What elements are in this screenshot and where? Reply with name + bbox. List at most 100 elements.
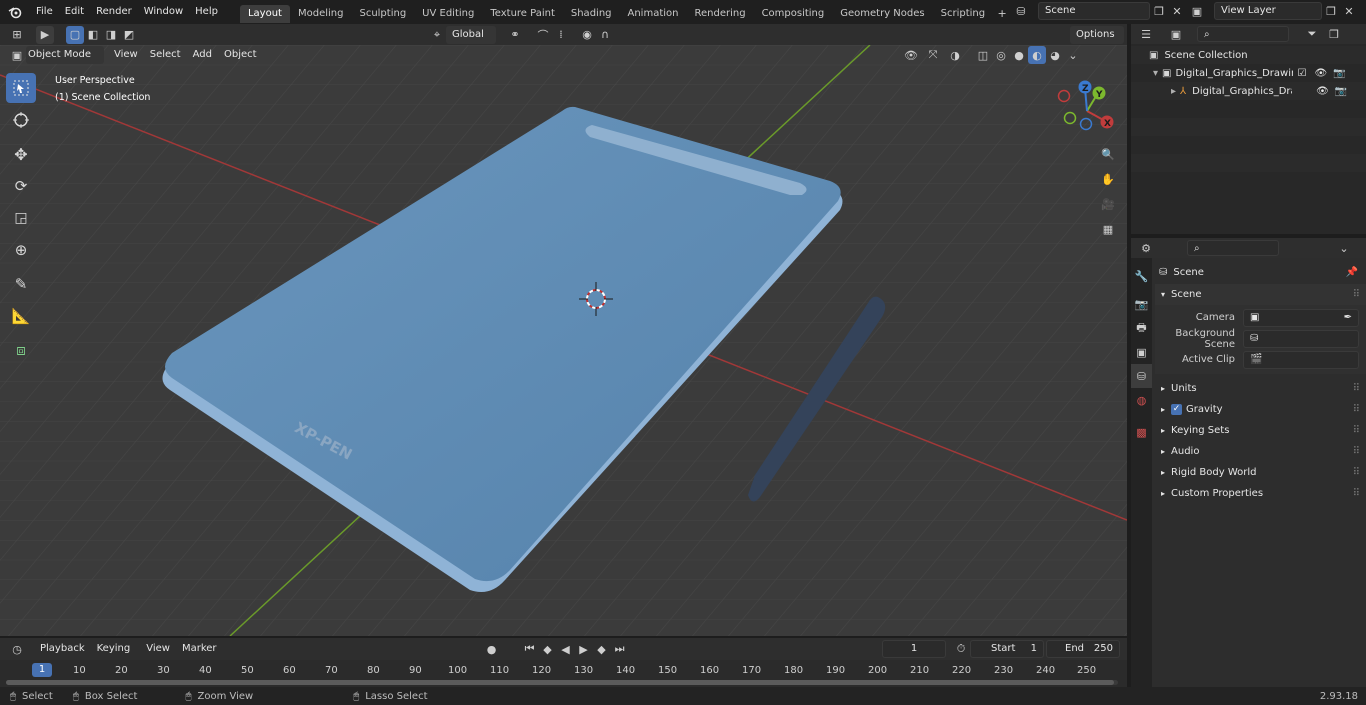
viewport-menu-view[interactable]: View [108, 45, 144, 65]
properties-editor-type-icon[interactable]: ⚙ [1137, 239, 1155, 257]
navigation-gizmo[interactable]: X Y Z [1054, 78, 1120, 144]
tool-scale[interactable]: ◲ [6, 203, 36, 233]
shading-solid-icon[interactable]: ● [1010, 46, 1028, 64]
texture-tab-icon[interactable]: ▩ [1131, 420, 1152, 444]
timeline-menu-keying[interactable]: Keying [91, 640, 137, 658]
exclude-checkbox[interactable]: ☑ [1297, 68, 1306, 79]
jump-end-icon[interactable]: ⏭ [611, 640, 629, 658]
options-dropdown[interactable]: Options [1070, 26, 1124, 44]
timeline-menu-view[interactable]: View [140, 640, 176, 658]
expand-icon[interactable]: ▾ [1153, 68, 1158, 79]
proportional-edit-icon[interactable]: ◉ [578, 26, 596, 44]
gravity-panel[interactable]: ▸ ✓ Gravity ⠿ [1155, 399, 1366, 420]
delete-view-layer-icon[interactable]: ✕ [1340, 2, 1358, 20]
pan-view-icon[interactable]: ✋ [1096, 167, 1120, 191]
new-collection-icon[interactable]: ❐ [1325, 25, 1343, 43]
world-tab-icon[interactable]: ◍ [1131, 388, 1152, 412]
tab-modeling[interactable]: Modeling [290, 5, 352, 23]
jump-start-icon[interactable]: ⏮ [521, 640, 539, 658]
rigid-body-world-panel[interactable]: ▸ Rigid Body World ⠿ [1155, 462, 1366, 483]
visibility-icon[interactable]: 👁 [902, 46, 920, 64]
drag-handle-icon[interactable]: ⠿ [1353, 383, 1360, 394]
timeline-scrollbar[interactable] [6, 680, 1118, 685]
select-tool-icon[interactable]: ▶ [36, 25, 54, 44]
custom-properties-panel[interactable]: ▸ Custom Properties ⠿ [1155, 483, 1366, 504]
tab-sculpting[interactable]: Sculpting [351, 5, 414, 23]
drag-handle-icon[interactable]: ⠿ [1353, 446, 1360, 457]
frame-ruler[interactable]: 1 10 20 30 40 50 60 70 80 90 100 110 120… [0, 662, 1127, 680]
tool-measure[interactable]: 📐 [6, 301, 36, 331]
select-mode-subtract-icon[interactable]: ◨ [102, 26, 120, 44]
scrollbar-thumb[interactable] [6, 680, 1114, 685]
eyedropper-icon[interactable]: ✒ [1344, 310, 1352, 326]
timeline-editor-type-icon[interactable]: ◷ [8, 640, 26, 658]
delete-scene-icon[interactable]: ✕ [1168, 2, 1186, 20]
tool-add-cube[interactable]: ⧈ [6, 335, 36, 365]
tab-compositing[interactable]: Compositing [754, 5, 833, 23]
object-mode-dropdown[interactable]: Object Mode [26, 46, 104, 64]
tab-layout[interactable]: Layout [239, 4, 290, 23]
scene-icon[interactable]: ⛁ [1012, 2, 1030, 20]
render-tab-icon[interactable]: 📷 [1131, 292, 1152, 316]
shading-material-icon[interactable]: ◐ [1028, 46, 1046, 64]
pin-icon[interactable]: 📌 [1346, 267, 1358, 278]
gizmo-toggle-icon[interactable]: ⤧ [924, 46, 942, 64]
scene-name-field[interactable]: Scene [1038, 2, 1150, 20]
units-panel[interactable]: ▸ Units ⠿ [1155, 378, 1366, 399]
menu-help[interactable]: Help [189, 0, 224, 24]
viewport-menu-select[interactable]: Select [144, 45, 187, 65]
drag-handle-icon[interactable]: ⠿ [1353, 404, 1360, 415]
new-view-layer-icon[interactable]: ❐ [1322, 2, 1340, 20]
timeline-menu-marker[interactable]: Marker [176, 640, 223, 658]
tab-geometry-nodes[interactable]: Geometry Nodes [832, 5, 932, 23]
tool-transform[interactable]: ⊕ [6, 235, 36, 265]
3d-viewport[interactable]: XP-PEN ▣ Object Mode View Select Add Obj… [0, 45, 1127, 636]
tab-uv-editing[interactable]: UV Editing [414, 5, 482, 23]
drag-handle-icon[interactable]: ⠿ [1353, 425, 1360, 436]
tool-annotate[interactable]: ✎ [6, 269, 36, 299]
active-clip-field[interactable]: 🎬 [1243, 350, 1359, 369]
record-icon[interactable]: ● [483, 640, 501, 658]
tab-animation[interactable]: Animation [620, 5, 687, 23]
timeline-menu-playback[interactable]: Playback [34, 640, 91, 658]
filter-icon[interactable]: ⏷ [1303, 25, 1321, 43]
viewport-menu-add[interactable]: Add [187, 45, 218, 65]
outliner-item[interactable]: ▸ ⅄ Digital_Graphics_Drawing 👁 📷 [1131, 82, 1366, 100]
view-layer-tab-icon[interactable]: ▣ [1131, 340, 1152, 364]
outliner-item[interactable]: ▾ ▣ Digital_Graphics_Drawing_Tab ☑ 👁 📷 [1131, 64, 1366, 82]
select-mode-new-icon[interactable]: ▢ [66, 25, 84, 44]
view-layer-field[interactable]: View Layer [1214, 2, 1322, 20]
properties-search-input[interactable]: ⌕ [1187, 240, 1279, 256]
outliner-root[interactable]: ▣ Scene Collection [1131, 46, 1366, 64]
render-camera-icon[interactable]: 📷 [1335, 86, 1347, 97]
play-reverse-icon[interactable]: ◀ [557, 640, 575, 658]
next-keyframe-icon[interactable]: ◆ [593, 640, 611, 658]
current-frame-field[interactable]: 1 [882, 640, 946, 658]
zoom-view-icon[interactable]: 🔍 [1096, 142, 1120, 166]
view-layer-icon[interactable]: ▣ [1188, 2, 1206, 20]
render-camera-icon[interactable]: 📷 [1333, 68, 1345, 79]
gravity-checkbox[interactable]: ✓ [1171, 404, 1183, 415]
tool-rotate[interactable]: ⟳ [6, 171, 36, 201]
drag-handle-icon[interactable]: ⠿ [1353, 467, 1360, 478]
tool-select-box[interactable] [6, 73, 36, 103]
tab-scripting[interactable]: Scripting [933, 5, 993, 23]
properties-options-icon[interactable]: ⌄ [1335, 239, 1353, 257]
background-scene-field[interactable]: ⛁ [1243, 329, 1359, 348]
tool-cursor[interactable] [6, 105, 36, 135]
outliner-editor-type-icon[interactable]: ☰ [1137, 25, 1155, 43]
tool-move[interactable]: ✥ [6, 139, 36, 169]
outliner-search-input[interactable]: ⌕ [1197, 26, 1289, 42]
camera-view-icon[interactable]: 🎥 [1096, 192, 1120, 216]
viewport-menu-object[interactable]: Object [218, 45, 263, 65]
menu-file[interactable]: File [30, 0, 59, 24]
xray-toggle-icon[interactable]: ◫ [974, 46, 992, 64]
gizmo-neg-x[interactable] [1057, 89, 1071, 103]
shading-options-icon[interactable]: ⌄ [1064, 46, 1082, 64]
blender-logo-icon[interactable] [6, 3, 24, 21]
scene-tab-icon[interactable]: ⛁ [1131, 364, 1152, 388]
display-mode-icon[interactable]: ▣ [1167, 25, 1185, 43]
shading-rendered-icon[interactable]: ◕ [1046, 46, 1064, 64]
start-frame-field[interactable]: Start 1 [970, 640, 1044, 658]
overlay-toggle-icon[interactable]: ◑ [946, 46, 964, 64]
